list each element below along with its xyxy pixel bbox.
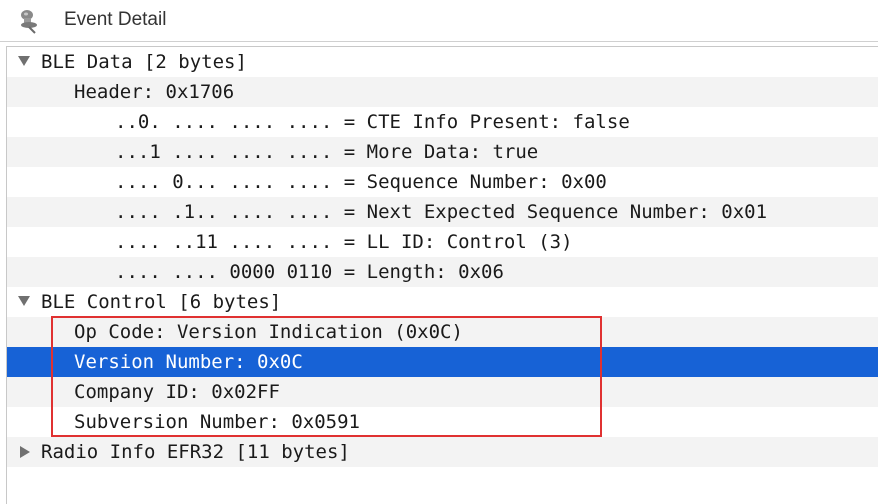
tree-row-header[interactable]: Header: 0x1706	[7, 77, 878, 107]
event-detail-panel[interactable]: BLE Data [2 bytes] Header: 0x1706 ..0. .…	[6, 46, 878, 504]
tree-row-label: ...1 .... .... .... = More Data: true	[115, 141, 539, 163]
tree-row-label: Op Code: Version Indication (0x0C)	[74, 321, 463, 343]
tree-empty-row	[7, 467, 878, 497]
tree-row-label: .... .... 0000 0110 = Length: 0x06	[115, 261, 504, 283]
tree-row-next-expected-sequence[interactable]: .... .1.. .... .... = Next Expected Sequ…	[7, 197, 878, 227]
window-title: Event Detail	[64, 9, 167, 30]
tree-row-ble-control[interactable]: BLE Control [6 bytes]	[7, 287, 878, 317]
title-bar: Event Detail	[0, 0, 878, 42]
tree-row-op-code[interactable]: Op Code: Version Indication (0x0C)	[7, 317, 878, 347]
detail-tree[interactable]: BLE Data [2 bytes] Header: 0x1706 ..0. .…	[7, 47, 878, 497]
tree-row-subversion-number[interactable]: Subversion Number: 0x0591	[7, 407, 878, 437]
tree-row-label: Radio Info EFR32 [11 bytes]	[41, 441, 350, 463]
tree-row-label: BLE Control [6 bytes]	[41, 291, 282, 313]
tree-row-more-data[interactable]: ...1 .... .... .... = More Data: true	[7, 137, 878, 167]
tree-row-label: ..0. .... .... .... = CTE Info Present: …	[115, 111, 630, 133]
tree-row-radio-info[interactable]: Radio Info EFR32 [11 bytes]	[7, 437, 878, 467]
tree-row-label: Version Number: 0x0C	[74, 351, 303, 373]
tree-row-label: .... 0... .... .... = Sequence Number: 0…	[115, 171, 607, 193]
tree-row-cte-info[interactable]: ..0. .... .... .... = CTE Info Present: …	[7, 107, 878, 137]
tree-row-label: Header: 0x1706	[74, 81, 235, 103]
disclosure-collapsed-icon[interactable]	[19, 437, 35, 467]
disclosure-expanded-icon[interactable]	[17, 287, 33, 317]
tree-row-label: .... .1.. .... .... = Next Expected Sequ…	[115, 201, 768, 223]
tree-row-company-id[interactable]: Company ID: 0x02FF	[7, 377, 878, 407]
tree-row-length[interactable]: .... .... 0000 0110 = Length: 0x06	[7, 257, 878, 287]
tree-row-ble-data[interactable]: BLE Data [2 bytes]	[7, 47, 878, 77]
tree-row-label: Company ID: 0x02FF	[74, 381, 280, 403]
tree-row-sequence-number[interactable]: .... 0... .... .... = Sequence Number: 0…	[7, 167, 878, 197]
tree-row-version-number[interactable]: Version Number: 0x0C	[7, 347, 878, 377]
disclosure-expanded-icon[interactable]	[17, 47, 33, 77]
tree-row-label: BLE Data [2 bytes]	[41, 51, 247, 73]
tree-row-label: Subversion Number: 0x0591	[74, 411, 360, 433]
tree-row-label: .... ..11 .... .... = LL ID: Control (3)	[115, 231, 573, 253]
tree-row-ll-id[interactable]: .... ..11 .... .... = LL ID: Control (3)	[7, 227, 878, 257]
pushpin-icon	[16, 8, 42, 34]
